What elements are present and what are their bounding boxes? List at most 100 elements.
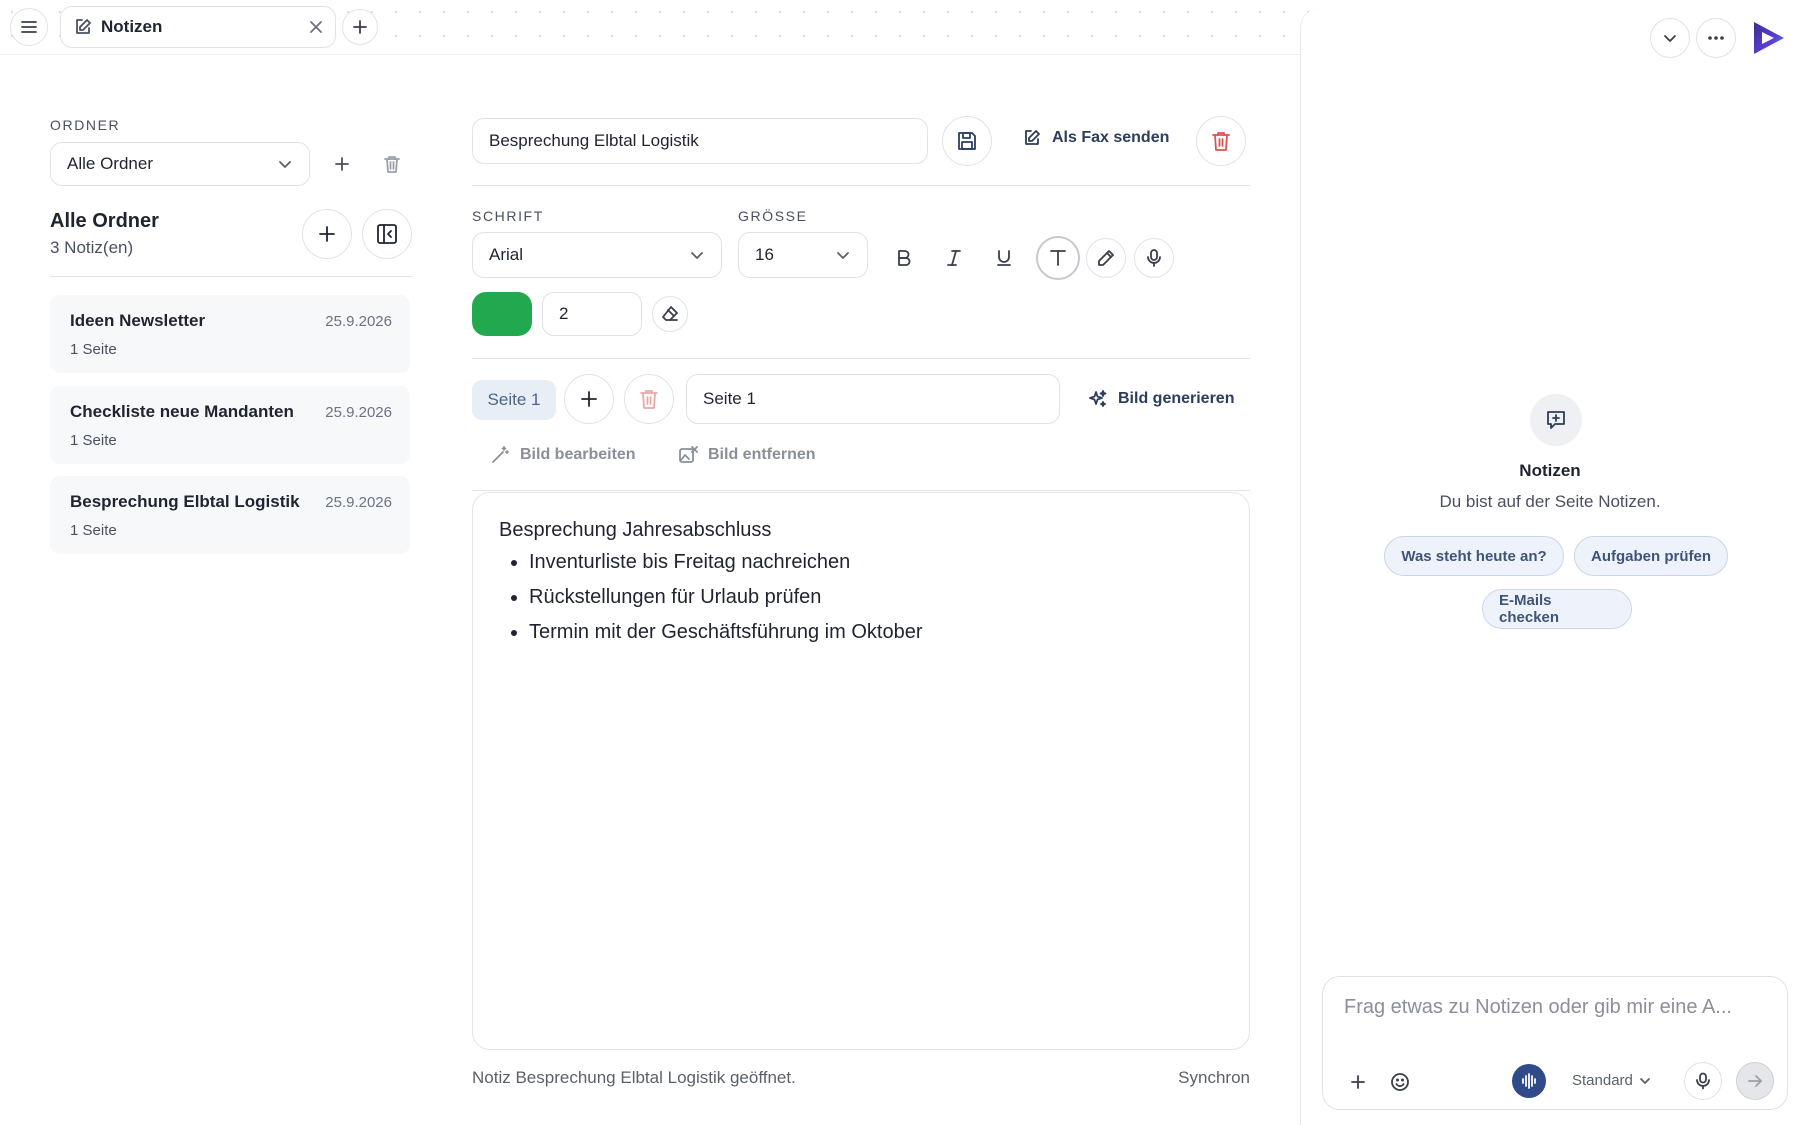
note-title-input[interactable]: Besprechung Elbtal Logistik xyxy=(472,118,928,164)
page-divider xyxy=(472,490,1250,491)
add-note-button[interactable] xyxy=(302,209,352,259)
note-list-item[interactable]: Besprechung Elbtal Logistik 25.9.2026 1 … xyxy=(50,476,410,554)
suggestion-chip[interactable]: E-Mails checken xyxy=(1482,589,1632,629)
plus-icon xyxy=(335,157,349,171)
play-logo-icon xyxy=(1754,22,1784,54)
remove-image-label: Bild entfernen xyxy=(708,446,816,463)
bold-button[interactable] xyxy=(884,238,924,278)
send-button[interactable] xyxy=(1736,1062,1774,1100)
delete-page-button[interactable] xyxy=(624,374,674,424)
pen-width-value: 2 xyxy=(559,304,569,323)
context-subtitle: Du bist auf der Seite Notizen. xyxy=(1439,492,1661,511)
content-heading: Besprechung Jahresabschluss xyxy=(499,519,772,541)
note-pages: 1 Seite xyxy=(70,432,117,449)
chat-input[interactable]: Frag etwas zu Notizen oder gib mir eine … xyxy=(1344,996,1764,1019)
emoji-button[interactable] xyxy=(1388,1070,1412,1094)
app-logo xyxy=(1748,18,1788,58)
content-list-item: Inventurliste bis Freitag nachreichen xyxy=(529,550,1223,575)
mode-select[interactable]: Standard xyxy=(1572,1072,1651,1089)
note-list-item[interactable]: Checkliste neue Mandanten 25.9.2026 1 Se… xyxy=(50,386,410,464)
folder-section-label: ORDNER xyxy=(50,117,121,133)
tab-notizen[interactable]: Notizen xyxy=(60,6,336,48)
note-edit-icon xyxy=(1025,130,1040,145)
folder-note-count: 3 Notiz(en) xyxy=(50,238,134,257)
folder-divider xyxy=(50,276,412,277)
editor-header-divider xyxy=(472,185,1250,186)
font-select[interactable]: Arial xyxy=(472,232,722,278)
edit-image-button[interactable]: Bild bearbeiten xyxy=(490,445,636,465)
generate-image-button[interactable]: Bild generieren xyxy=(1088,389,1234,409)
toggle-sidebar-button[interactable] xyxy=(362,209,412,259)
magic-wand-icon xyxy=(492,446,509,463)
note-date: 25.9.2026 xyxy=(325,404,392,421)
note-pages: 1 Seite xyxy=(70,522,117,539)
smiley-icon xyxy=(1391,1073,1409,1091)
chevron-down-icon xyxy=(1639,1077,1650,1084)
page-tab[interactable]: Seite 1 xyxy=(472,380,556,420)
size-select[interactable]: 16 xyxy=(738,232,868,278)
hamburger-icon xyxy=(21,21,37,33)
add-page-button[interactable] xyxy=(564,374,614,424)
save-button[interactable] xyxy=(942,116,992,166)
font-select-value: Arial xyxy=(489,245,524,264)
new-tab-button[interactable] xyxy=(342,9,378,45)
collapse-panel-button[interactable] xyxy=(1650,18,1690,58)
underline-icon xyxy=(997,250,1011,266)
page-name-input[interactable]: Seite 1 xyxy=(686,374,1060,424)
folder-list-title: Alle Ordner xyxy=(50,210,159,232)
delete-folder-button[interactable] xyxy=(380,152,404,176)
mode-select-value: Standard xyxy=(1572,1072,1633,1089)
sparkles-icon xyxy=(1089,390,1107,407)
generate-image-label: Bild generieren xyxy=(1118,390,1235,407)
folder-select[interactable]: Alle Ordner xyxy=(50,142,310,186)
add-note-icon xyxy=(1547,411,1565,429)
microphone-icon xyxy=(1147,249,1161,267)
note-title-value: Besprechung Elbtal Logistik xyxy=(489,131,699,150)
attach-button[interactable] xyxy=(1346,1070,1370,1094)
toolbar-divider xyxy=(472,358,1250,359)
more-options-button[interactable] xyxy=(1696,18,1736,58)
trash-icon xyxy=(1212,132,1230,151)
context-badge xyxy=(1530,394,1582,446)
save-icon xyxy=(958,132,976,150)
dictation-button[interactable] xyxy=(1134,238,1174,278)
sidebar-collapse-icon xyxy=(377,224,397,244)
note-date: 25.9.2026 xyxy=(325,494,392,511)
tabbar-divider xyxy=(0,54,1300,55)
italic-button[interactable] xyxy=(934,238,974,278)
send-fax-button[interactable]: Als Fax senden xyxy=(1022,128,1169,148)
microphone-icon xyxy=(1696,1072,1710,1090)
size-select-value: 16 xyxy=(755,245,774,264)
text-icon xyxy=(1050,250,1066,266)
content-list-item: Rückstellungen für Urlaub prüfen xyxy=(529,585,1223,610)
microphone-button[interactable] xyxy=(1684,1062,1722,1100)
note-list-item[interactable]: Ideen Newsletter 25.9.2026 1 Seite xyxy=(50,295,410,373)
voice-mode-button[interactable] xyxy=(1512,1064,1546,1098)
pen-color-swatch[interactable] xyxy=(472,292,532,336)
page-tab-label: Seite 1 xyxy=(487,390,541,409)
underline-button[interactable] xyxy=(984,238,1024,278)
trash-icon xyxy=(640,390,658,409)
sync-status: Synchron xyxy=(1178,1068,1250,1087)
note-editor[interactable]: Besprechung Jahresabschluss Inventurlist… xyxy=(472,492,1250,1050)
content-list: Inventurliste bis Freitag nachreichen Rü… xyxy=(499,550,1223,645)
edit-image-label: Bild bearbeiten xyxy=(520,446,636,463)
arrow-right-icon xyxy=(1748,1075,1762,1087)
suggestion-chip[interactable]: Aufgaben prüfen xyxy=(1574,536,1728,576)
context-title: Notizen xyxy=(1519,461,1581,480)
pen-width-input[interactable]: 2 xyxy=(542,292,642,336)
italic-icon xyxy=(947,250,961,266)
plus-icon xyxy=(1351,1075,1365,1089)
remove-image-button[interactable]: Bild entfernen xyxy=(678,445,816,465)
suggestion-chip[interactable]: Was steht heute an? xyxy=(1384,536,1564,576)
close-tab-icon[interactable] xyxy=(309,20,323,34)
eraser-button[interactable] xyxy=(652,296,688,332)
add-folder-button[interactable] xyxy=(330,152,354,176)
tab-label: Notizen xyxy=(101,17,163,36)
chevron-down-icon xyxy=(691,252,703,259)
text-tool-button[interactable] xyxy=(1036,236,1080,280)
bold-icon xyxy=(898,250,911,266)
delete-note-button[interactable] xyxy=(1196,116,1246,166)
menu-button[interactable] xyxy=(10,8,48,46)
pen-tool-button[interactable] xyxy=(1086,238,1126,278)
